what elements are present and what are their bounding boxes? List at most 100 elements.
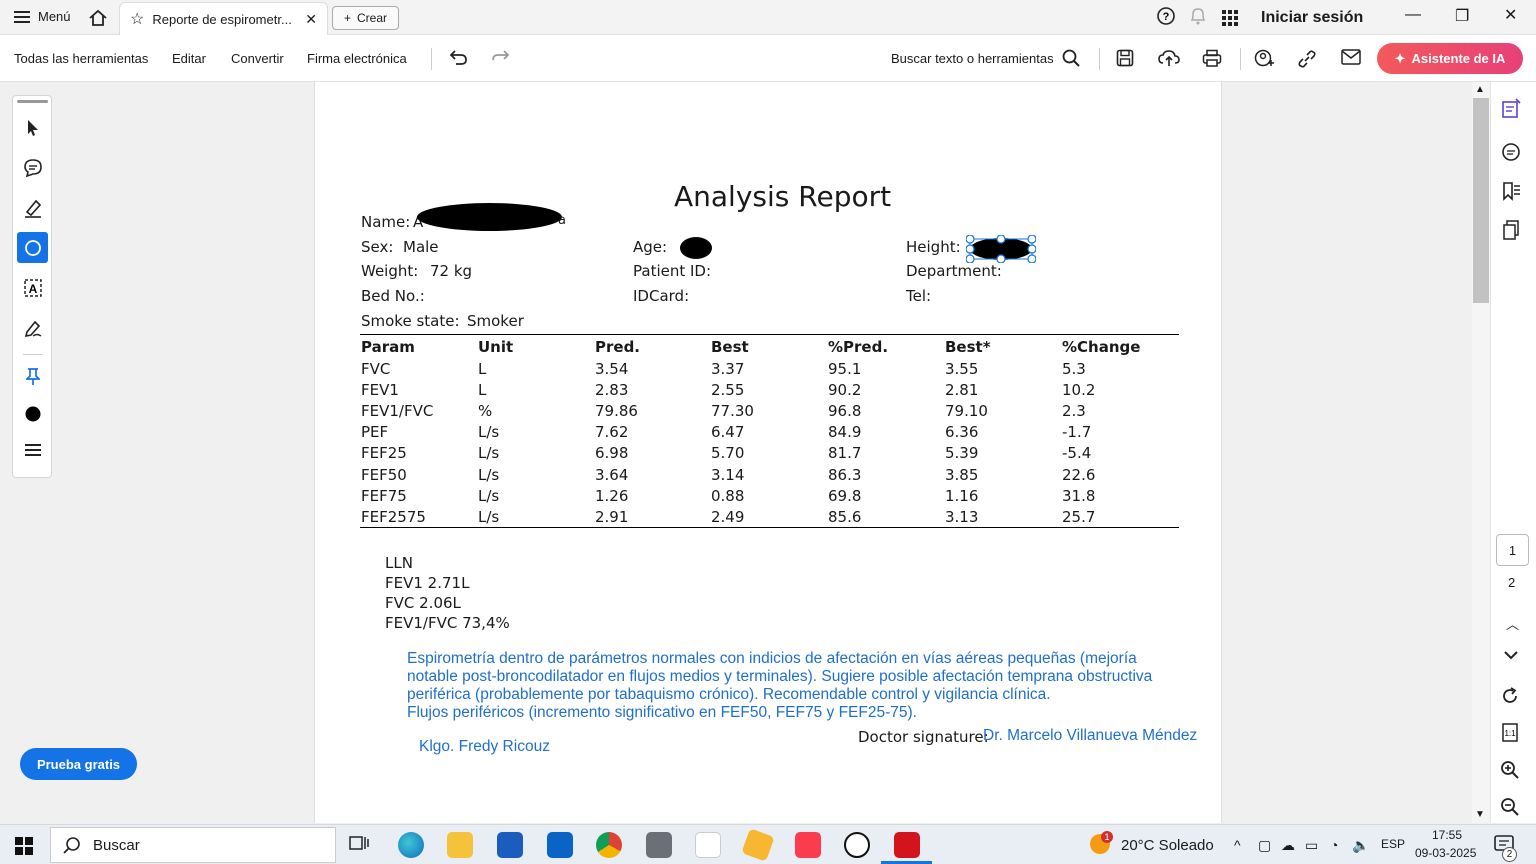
file-explorer-icon[interactable]	[447, 832, 473, 858]
notification-count: 2	[1502, 847, 1517, 862]
text-box-tool-icon[interactable]: A	[17, 272, 48, 303]
share-user-icon[interactable]	[1254, 49, 1274, 74]
table-header-cell: Best	[711, 338, 749, 356]
page-number-current[interactable]: 1	[1496, 534, 1529, 566]
edge-browser-icon[interactable]	[398, 832, 424, 858]
comments-panel-icon[interactable]	[1500, 141, 1522, 168]
chrome-icon[interactable]	[596, 832, 622, 858]
rotate-icon[interactable]	[1500, 686, 1520, 711]
select-tool-icon[interactable]	[17, 112, 48, 143]
outlook-icon[interactable]	[547, 832, 573, 858]
table-cell: 2.81	[945, 381, 979, 400]
mail-icon[interactable]	[1341, 49, 1361, 70]
task-view-icon[interactable]	[348, 832, 374, 858]
divider	[1099, 48, 1100, 70]
signin-button[interactable]: Iniciar sesión	[1261, 9, 1363, 27]
weather-text[interactable]: 20°C Soleado	[1121, 837, 1214, 854]
previous-page-icon[interactable]: ︿	[1506, 614, 1519, 633]
next-page-icon[interactable]	[1504, 647, 1518, 665]
ai-assistant-button[interactable]: ✦ Asistente de IA	[1377, 43, 1523, 74]
highlighter-tool-icon[interactable]	[17, 192, 48, 223]
table-cell: %	[478, 402, 493, 421]
search-icon[interactable]	[1062, 49, 1080, 72]
edit-menu[interactable]: Editar	[172, 51, 206, 66]
svg-text:?: ?	[1163, 11, 1170, 23]
close-window-icon[interactable]: ✕	[1504, 5, 1517, 25]
doctor-signature-label: Doctor signature:	[858, 728, 989, 746]
meet-icon[interactable]: ▢	[1258, 837, 1271, 854]
filezilla-icon[interactable]	[741, 828, 775, 862]
table-cell: 1.16	[945, 486, 979, 505]
redo-icon[interactable]	[491, 49, 511, 72]
color-picker-icon[interactable]	[17, 398, 48, 429]
close-tab-icon[interactable]: ✕	[305, 11, 317, 28]
search-tools-label[interactable]: Buscar texto o herramientas	[891, 51, 1054, 66]
lln-line: LLN	[385, 554, 413, 572]
bell-icon[interactable]	[1189, 6, 1207, 26]
link-icon[interactable]	[1297, 49, 1317, 74]
ellipse-tool-icon[interactable]	[17, 232, 48, 263]
table-cell: 2.55	[711, 381, 745, 400]
ai-sparkle-icon: ✦	[1394, 50, 1406, 66]
drag-handle[interactable]	[17, 100, 48, 103]
battery-icon[interactable]: ▭	[1305, 837, 1318, 854]
clock-time[interactable]: 17:55	[1432, 828, 1462, 842]
create-button[interactable]: + Crear	[332, 6, 399, 30]
all-tools-menu[interactable]: Todas las herramientas	[14, 51, 148, 66]
esign-menu[interactable]: Firma electrónica	[307, 51, 407, 66]
annotation-toolstrip: A	[12, 95, 52, 478]
print-icon[interactable]	[1202, 49, 1222, 72]
home-icon[interactable]	[88, 8, 108, 33]
fit-page-icon[interactable]: 1:1	[1500, 722, 1522, 749]
zoom-in-icon[interactable]	[1500, 760, 1520, 785]
comment-tool-icon[interactable]	[17, 152, 48, 183]
apps-grid-icon[interactable]	[1222, 10, 1238, 26]
language-indicator[interactable]: ESP	[1381, 837, 1405, 851]
table-cell: L/s	[478, 423, 500, 442]
minimize-icon[interactable]: —	[1405, 6, 1421, 24]
edit-pdf-icon[interactable]	[1500, 98, 1522, 125]
save-icon[interactable]	[1116, 49, 1134, 72]
scrollbar-thumb[interactable]	[1473, 98, 1489, 303]
table-cell: 96.8	[828, 402, 862, 421]
scroll-down-icon[interactable]: ▼	[1475, 809, 1485, 820]
pages-icon[interactable]	[1500, 219, 1522, 246]
windows-start-icon[interactable]	[15, 837, 33, 860]
volume-icon[interactable]: 🔈	[1352, 837, 1369, 854]
upload-cloud-icon[interactable]	[1158, 49, 1180, 72]
height-redaction-selected[interactable]	[966, 235, 1036, 263]
clock-date[interactable]: 09-03-2025	[1415, 846, 1476, 860]
chatgpt-icon[interactable]	[844, 832, 870, 858]
scroll-up-icon[interactable]: ▲	[1475, 84, 1485, 95]
calculator-icon[interactable]	[646, 832, 672, 858]
convert-menu[interactable]: Convertir	[231, 51, 284, 66]
itunes-icon[interactable]	[695, 832, 721, 858]
table-bottom-rule	[360, 527, 1179, 528]
show-hidden-icons[interactable]: ^	[1234, 837, 1241, 853]
table-cell: 25.7	[1062, 507, 1096, 526]
comment-line: periférica (probablemente por tabaquismo…	[407, 686, 1051, 703]
onedrive-icon[interactable]: ☁	[1281, 837, 1295, 854]
table-cell: 5.3	[1062, 360, 1086, 378]
menu-button[interactable]: Menú	[14, 9, 71, 24]
undo-icon[interactable]	[448, 49, 468, 72]
svg-text:1:1: 1:1	[1504, 729, 1516, 738]
technician-name: Klgo. Fredy Ricouz	[419, 738, 550, 755]
page-number-next[interactable]: 2	[1508, 575, 1515, 590]
zoom-out-icon[interactable]	[1500, 797, 1520, 822]
help-icon[interactable]: ?	[1156, 6, 1176, 26]
tab-document[interactable]: ☆ Reporte de espirometr... ✕	[119, 2, 328, 35]
acrobat-icon[interactable]	[894, 832, 920, 858]
divider	[431, 48, 432, 70]
wifi-icon[interactable]: ◔	[1330, 837, 1338, 853]
taskbar-search[interactable]: Buscar	[50, 827, 336, 863]
star-icon[interactable]: ☆	[130, 9, 144, 29]
pin-icon[interactable]	[17, 361, 48, 392]
sign-tool-icon[interactable]	[17, 312, 48, 343]
bookmarks-icon[interactable]	[1500, 180, 1522, 207]
restore-icon[interactable]: ❐	[1455, 6, 1469, 26]
apple-music-icon[interactable]	[795, 832, 821, 858]
free-trial-button[interactable]: Prueba gratis	[20, 748, 137, 780]
microsoft-store-icon[interactable]	[497, 832, 523, 858]
stroke-width-icon[interactable]	[17, 434, 48, 465]
